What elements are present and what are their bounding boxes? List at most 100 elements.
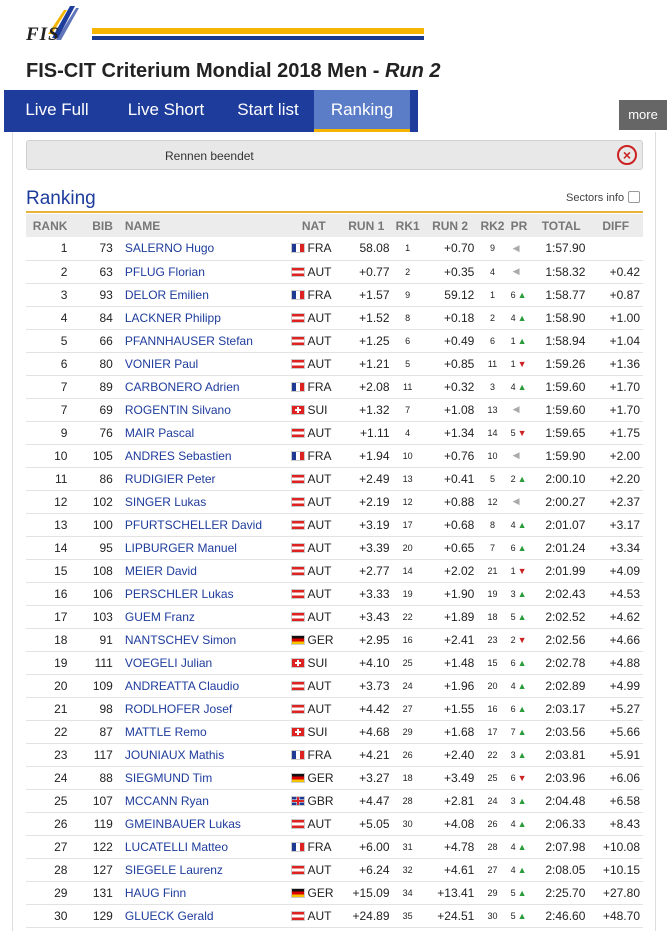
- athlete-name-link[interactable]: RODLHOFER Josef: [115, 697, 288, 721]
- rank-cell: 21: [26, 697, 71, 721]
- athlete-name-link[interactable]: PFANNHAUSER Stefan: [115, 329, 288, 353]
- col-bib[interactable]: BIB: [70, 214, 116, 237]
- col-diff[interactable]: DIFF: [588, 214, 643, 237]
- athlete-name-link[interactable]: GMEINBAUER Lukas: [115, 812, 288, 836]
- table-row[interactable]: 14 95 LIPBURGER Manuel AUT +3.39 20 +0.65 7 6 ▲ 2:…: [26, 536, 643, 560]
- athlete-name-link[interactable]: VONIER Paul: [115, 352, 288, 376]
- athlete-name-link[interactable]: GLUECK Gerald: [115, 904, 288, 928]
- athlete-name-link[interactable]: RUDIGIER Peter: [115, 467, 288, 491]
- nation-cell: FRA: [287, 835, 341, 859]
- rank-cell: 7: [26, 398, 71, 422]
- tab-live-full[interactable]: Live Full: [4, 90, 110, 132]
- run2-rank-cell: 22: [477, 743, 508, 767]
- athlete-name-link[interactable]: MEIER David: [115, 559, 288, 583]
- run1-rank-cell: 25: [392, 651, 423, 675]
- table-row[interactable]: 10 105 ANDRES Sebastien FRA +1.94 10 +0.76 10 ◀ 1…: [26, 444, 643, 468]
- run2-time-cell: 59.12: [422, 283, 478, 307]
- table-row[interactable]: 16 106 PERSCHLER Lukas AUT +3.33 19 +1.90 19 3 ▲ 2…: [26, 582, 643, 606]
- tab-start-list[interactable]: Start list: [222, 90, 314, 132]
- athlete-name-link[interactable]: LUCATELLI Matteo: [115, 835, 288, 859]
- tab-live-short[interactable]: Live Short: [110, 90, 222, 132]
- table-row[interactable]: 24 88 SIEGMUND Tim GER +3.27 18 +3.49 25 6 ▼ 2:03.…: [26, 766, 643, 790]
- table-row[interactable]: 30 129 GLUECK Gerald AUT +24.89 35 +24.51 30 5 ▲ 2…: [26, 904, 643, 928]
- table-row[interactable]: 5 66 PFANNHAUSER Stefan AUT +1.25 6 +0.49 6 1 ▲ 1:…: [26, 329, 643, 353]
- col-rk2[interactable]: RK2: [477, 214, 508, 237]
- table-row[interactable]: 7 89 CARBONERO Adrien FRA +2.08 11 +0.32 3 4 ▲ 1:5…: [26, 375, 643, 399]
- position-change-value: 2: [510, 634, 516, 645]
- athlete-name-link[interactable]: HAUG Finn: [115, 881, 288, 905]
- table-row[interactable]: 9 76 MAIR Pascal AUT +1.11 4 +1.34 14 5 ▼ 1:59.65 +…: [26, 421, 643, 445]
- col-pr[interactable]: PR: [507, 214, 534, 237]
- athlete-name-link[interactable]: SIEGELE Laurenz: [115, 858, 288, 882]
- athlete-name-link[interactable]: LACKNER Philipp: [115, 306, 288, 330]
- athlete-name-link[interactable]: PFURTSCHELLER David: [115, 513, 288, 537]
- table-row[interactable]: 17 103 GUEM Franz AUT +3.43 22 +1.89 18 5 ▲ 2:02.5…: [26, 605, 643, 629]
- table-row[interactable]: 13 100 PFURTSCHELLER David AUT +3.19 17 +0.68 8…: [26, 513, 643, 537]
- position-change-cell: 7 ▲: [507, 720, 534, 744]
- athlete-name-link[interactable]: SALERNO Hugo: [115, 237, 288, 261]
- athlete-name-link[interactable]: LIPBURGER Manuel: [115, 536, 288, 560]
- table-row[interactable]: 26 119 GMEINBAUER Lukas AUT +5.05 30 +4.08 26 4 ▲…: [26, 812, 643, 836]
- col-nat[interactable]: NAT: [287, 214, 341, 237]
- table-row[interactable]: 11 86 RUDIGIER Peter AUT +2.49 13 +0.41 5 2 ▲ 2:00…: [26, 467, 643, 491]
- col-rk1[interactable]: RK1: [392, 214, 423, 237]
- flag-fra-icon: [290, 841, 305, 852]
- athlete-name-link[interactable]: DELOR Emilien: [115, 283, 288, 307]
- table-row[interactable]: 20 109 ANDREATTA Claudio AUT +3.73 24 +1.96 20 4…: [26, 674, 643, 698]
- nation-code: AUT: [307, 862, 332, 877]
- table-row[interactable]: 1 73 SALERNO Hugo FRA 58.08 1 +0.70 9 ◀ 1:57.90: [26, 237, 643, 261]
- table-row[interactable]: 25 107 MCCANN Ryan GBR +4.47 28 +2.81 24 3 ▲ 2:04.…: [26, 789, 643, 813]
- table-row[interactable]: 21 98 RODLHOFER Josef AUT +4.42 27 +1.55 16 6 ▲ 2:…: [26, 697, 643, 721]
- table-row[interactable]: 18 91 NANTSCHEV Simon GER +2.95 16 +2.41 23 2 ▼ 2:…: [26, 628, 643, 652]
- table-row[interactable]: 12 102 SINGER Lukas AUT +2.19 12 +0.88 12 ◀ 2:00.…: [26, 490, 643, 514]
- table-row[interactable]: 15 108 MEIER David AUT +2.77 14 +2.02 21 1 ▼ 2:01.…: [26, 559, 643, 583]
- fis-logo[interactable]: FIS: [22, 4, 84, 48]
- table-row[interactable]: 28 127 SIEGELE Laurenz AUT +6.24 32 +4.61 27 4 ▲ 2…: [26, 858, 643, 882]
- athlete-name-link[interactable]: VOEGELI Julian: [115, 651, 288, 675]
- table-row[interactable]: 7 69 ROGENTIN Silvano SUI +1.32 7 +1.08 13 ◀ 1:59…: [26, 398, 643, 422]
- nation-cell: AUT: [287, 329, 341, 353]
- table-row[interactable]: 6 80 VONIER Paul AUT +1.21 5 +0.85 11 1 ▼ 1:59.26 +…: [26, 352, 643, 376]
- close-icon[interactable]: ×: [617, 145, 637, 165]
- col-name[interactable]: NAME: [115, 214, 288, 237]
- athlete-name-link[interactable]: JOUNIAUX Mathis: [115, 743, 288, 767]
- more-button[interactable]: more: [619, 100, 667, 130]
- col-total[interactable]: TOTAL: [533, 214, 589, 237]
- run1-rank-cell: 22: [392, 605, 423, 629]
- col-run1[interactable]: RUN 1: [340, 214, 393, 237]
- athlete-name-link[interactable]: MATTLE Remo: [115, 720, 288, 744]
- run1-rank-cell: 28: [392, 789, 423, 813]
- table-row[interactable]: 3 93 DELOR Emilien FRA +1.57 9 59.12 1 6 ▲ 1:58.77…: [26, 283, 643, 307]
- athlete-name-link[interactable]: ANDREATTA Claudio: [115, 674, 288, 698]
- sectors-info-toggle[interactable]: Sectors info: [566, 191, 641, 204]
- table-row[interactable]: 22 87 MATTLE Remo SUI +4.68 29 +1.68 17 7 ▲ 2:03.5…: [26, 720, 643, 744]
- athlete-name-link[interactable]: SIEGMUND Tim: [115, 766, 288, 790]
- position-change-value: 3: [510, 588, 516, 599]
- rank-cell: 9: [26, 421, 71, 445]
- table-row[interactable]: 2 63 PFLUG Florian AUT +0.77 2 +0.35 4 ◀ 1:58.32 +…: [26, 260, 643, 284]
- table-row[interactable]: 19 111 VOEGELI Julian SUI +4.10 25 +1.48 15 6 ▲ 2:…: [26, 651, 643, 675]
- athlete-name-link[interactable]: ANDRES Sebastien: [115, 444, 288, 468]
- athlete-name-link[interactable]: GUEM Franz: [115, 605, 288, 629]
- col-rank[interactable]: RANK: [26, 214, 71, 237]
- nation-code: AUT: [307, 816, 332, 831]
- table-row[interactable]: 29 131 HAUG Finn GER +15.09 34 +13.41 29 5 ▲ 2:25.…: [26, 881, 643, 905]
- athlete-name-link[interactable]: MCCANN Ryan: [115, 789, 288, 813]
- total-time-cell: 2:03.81: [533, 743, 589, 767]
- athlete-name-link[interactable]: MAIR Pascal: [115, 421, 288, 445]
- athlete-name-link[interactable]: PERSCHLER Lukas: [115, 582, 288, 606]
- athlete-name-link[interactable]: CARBONERO Adrien: [115, 375, 288, 399]
- table-row[interactable]: 23 117 JOUNIAUX Mathis FRA +4.21 26 +2.40 22 3 ▲ 2…: [26, 743, 643, 767]
- athlete-name-link[interactable]: NANTSCHEV Simon: [115, 628, 288, 652]
- table-row[interactable]: 27 122 LUCATELLI Matteo FRA +6.00 31 +4.78 28 4 ▲…: [26, 835, 643, 859]
- tab-ranking[interactable]: Ranking: [314, 90, 410, 132]
- sectors-info-checkbox[interactable]: [628, 191, 641, 203]
- run2-rank-cell: 7: [477, 536, 508, 560]
- nation-cell: AUT: [287, 605, 341, 629]
- athlete-name-link[interactable]: SINGER Lukas: [115, 490, 288, 514]
- table-row[interactable]: 4 84 LACKNER Philipp AUT +1.52 8 +0.18 2 4 ▲ 1:58.…: [26, 306, 643, 330]
- athlete-name-link[interactable]: PFLUG Florian: [115, 260, 288, 284]
- bib-cell: 131: [70, 881, 116, 905]
- col-run2[interactable]: RUN 2: [422, 214, 478, 237]
- athlete-name-link[interactable]: ROGENTIN Silvano: [115, 398, 288, 422]
